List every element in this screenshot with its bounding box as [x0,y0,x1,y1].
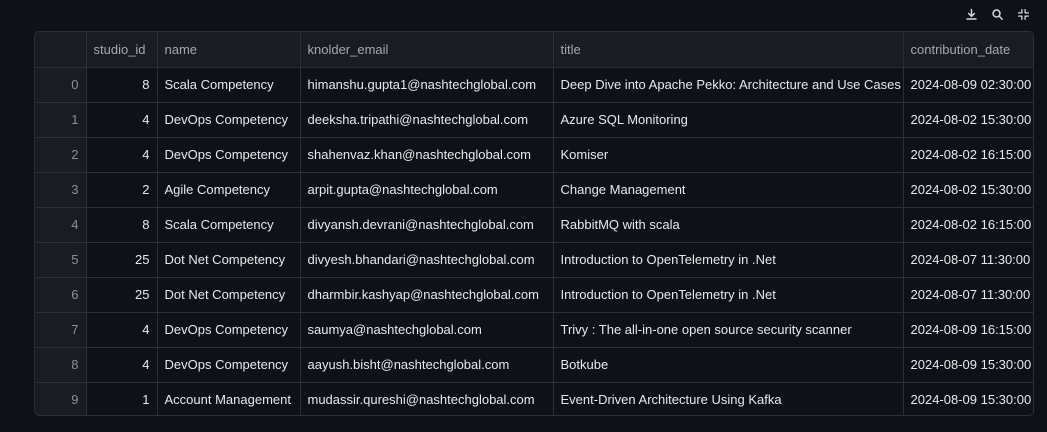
row-index-cell[interactable]: 3 [35,172,87,208]
row-index-cell[interactable]: 2 [35,137,87,173]
dataframe-viewer: studio_id name knolder_email title contr… [0,0,1047,432]
table-row[interactable]: 0 8 Scala Competency himanshu.gupta1@nashte… [35,67,1033,103]
table-row[interactable]: 7 4 DevOps Competency saumya@nashtechglobal… [35,312,1033,348]
studio-id-cell[interactable]: 1 [86,382,158,415]
table-row[interactable]: 1 4 DevOps Competency deeksha.tripathi@nash… [35,102,1033,138]
date-cell[interactable]: 2024-08-07 11:30:00 [903,242,1033,278]
studio-id-cell[interactable]: 8 [86,207,158,243]
date-cell[interactable]: 2024-08-02 15:30:00 [903,172,1033,208]
fullscreen-icon [1017,8,1029,20]
email-cell[interactable]: dharmbir.kashyap@nashtechglobal.com [300,277,554,313]
title-cell[interactable]: Introduction to OpenTelemetry in .Net [553,242,904,278]
table-row[interactable]: 6 25 Dot Net Competency dharmbir.kashyap@na… [35,277,1033,313]
date-cell[interactable]: 2024-08-02 15:30:00 [903,102,1033,138]
name-cell[interactable]: DevOps Competency [157,347,301,383]
row-index-cell[interactable]: 7 [35,312,87,348]
table-row[interactable]: 4 8 Scala Competency divyansh.devrani@nasht… [35,207,1033,243]
title-cell[interactable]: RabbitMQ with scala [553,207,904,243]
data-table-container[interactable]: studio_id name knolder_email title contr… [34,31,1034,416]
email-cell[interactable]: deeksha.tripathi@nashtechglobal.com [300,102,554,138]
row-index-cell[interactable]: 1 [35,102,87,138]
column-header-studio-id[interactable]: studio_id [86,32,158,68]
studio-id-cell[interactable]: 4 [86,312,158,348]
name-cell[interactable]: Scala Competency [157,207,301,243]
data-table: studio_id name knolder_email title contr… [35,32,1033,415]
title-cell[interactable]: Introduction to OpenTelemetry in .Net [553,277,904,313]
row-index-cell[interactable]: 5 [35,242,87,278]
name-cell[interactable]: Agile Competency [157,172,301,208]
download-button[interactable] [961,4,981,24]
date-cell[interactable]: 2024-08-02 16:15:00 [903,137,1033,173]
date-cell[interactable]: 2024-08-09 16:15:00 [903,312,1033,348]
title-cell[interactable]: Trivy : The all-in-one open source secur… [553,312,904,348]
email-cell[interactable]: himanshu.gupta1@nashtechglobal.com [300,67,554,103]
email-cell[interactable]: divyesh.bhandari@nashtechglobal.com [300,242,554,278]
index-column-header[interactable] [35,32,87,68]
row-index-cell[interactable]: 9 [35,382,87,415]
email-cell[interactable]: saumya@nashtechglobal.com [300,312,554,348]
studio-id-cell[interactable]: 25 [86,242,158,278]
row-index-cell[interactable]: 8 [35,347,87,383]
name-cell[interactable]: DevOps Competency [157,312,301,348]
email-cell[interactable]: arpit.gupta@nashtechglobal.com [300,172,554,208]
email-cell[interactable]: aayush.bisht@nashtechglobal.com [300,347,554,383]
email-cell[interactable]: divyansh.devrani@nashtechglobal.com [300,207,554,243]
name-cell[interactable]: Scala Competency [157,67,301,103]
row-index-cell[interactable]: 0 [35,67,87,103]
studio-id-cell[interactable]: 8 [86,67,158,103]
name-cell[interactable]: Dot Net Competency [157,242,301,278]
column-header-name[interactable]: name [157,32,301,68]
email-cell[interactable]: shahenvaz.khan@nashtechglobal.com [300,137,554,173]
name-cell[interactable]: Dot Net Competency [157,277,301,313]
studio-id-cell[interactable]: 4 [86,137,158,173]
search-button[interactable] [987,4,1007,24]
title-cell[interactable]: Azure SQL Monitoring [553,102,904,138]
column-header-knolder-email[interactable]: knolder_email [300,32,554,68]
date-cell[interactable]: 2024-08-02 16:15:00 [903,207,1033,243]
download-icon [965,8,977,20]
date-cell[interactable]: 2024-08-09 15:30:00 [903,382,1033,415]
dataframe-toolbar [961,4,1033,24]
fullscreen-button[interactable] [1013,4,1033,24]
row-index-cell[interactable]: 4 [35,207,87,243]
name-cell[interactable]: DevOps Competency [157,137,301,173]
name-cell[interactable]: Account Management [157,382,301,415]
table-body: 0 8 Scala Competency himanshu.gupta1@nashte… [35,67,1033,415]
name-cell[interactable]: DevOps Competency [157,102,301,138]
table-row[interactable]: 2 4 DevOps Competency shahenvaz.khan@nashte… [35,137,1033,173]
title-cell[interactable]: Deep Dive into Apache Pekko: Architectur… [553,67,904,103]
studio-id-cell[interactable]: 4 [86,102,158,138]
table-row[interactable]: 9 1 Account Management mudassir.qureshi@nas… [35,382,1033,415]
date-cell[interactable]: 2024-08-07 11:30:00 [903,277,1033,313]
studio-id-cell[interactable]: 25 [86,277,158,313]
date-cell[interactable]: 2024-08-09 15:30:00 [903,347,1033,383]
email-cell[interactable]: mudassir.qureshi@nashtechglobal.com [300,382,554,415]
date-cell[interactable]: 2024-08-09 02:30:00 [903,67,1033,103]
studio-id-cell[interactable]: 4 [86,347,158,383]
search-icon [991,8,1003,20]
column-header-contribution-date[interactable]: contribution_date [903,32,1033,68]
header-row: studio_id name knolder_email title contr… [35,32,1033,68]
title-cell[interactable]: Komiser [553,137,904,173]
table-row[interactable]: 3 2 Agile Competency arpit.gupta@nashtechgl… [35,172,1033,208]
title-cell[interactable]: Botkube [553,347,904,383]
title-cell[interactable]: Event-Driven Architecture Using Kafka [553,382,904,415]
table-row[interactable]: 8 4 DevOps Competency aayush.bisht@nashtech… [35,347,1033,383]
studio-id-cell[interactable]: 2 [86,172,158,208]
table-row[interactable]: 5 25 Dot Net Competency divyesh.bhandari@na… [35,242,1033,278]
title-cell[interactable]: Change Management [553,172,904,208]
column-header-title[interactable]: title [553,32,904,68]
row-index-cell[interactable]: 6 [35,277,87,313]
